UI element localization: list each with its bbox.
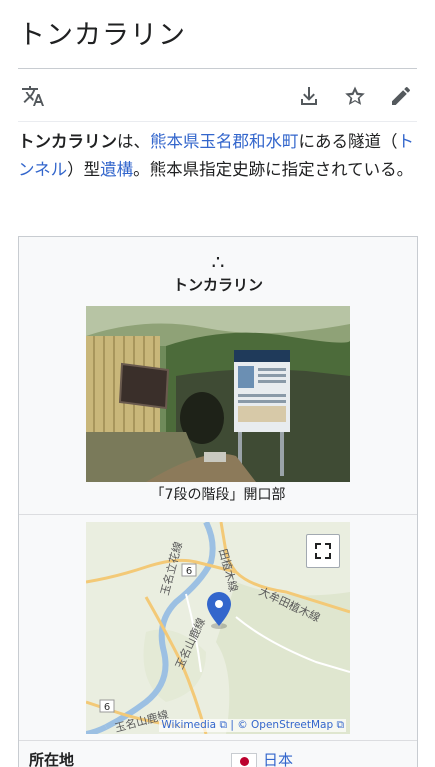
osm-link[interactable]: © OpenStreetMap xyxy=(237,719,333,731)
translate-icon xyxy=(22,86,44,106)
japan-flag-icon xyxy=(231,753,257,767)
download-icon xyxy=(301,87,317,105)
location-label: 所在地 xyxy=(29,751,75,767)
photo-caption: 「7段の階段」開口部 xyxy=(150,487,286,503)
map-expand-button[interactable] xyxy=(306,534,340,568)
location-value-link[interactable]: 日本 xyxy=(263,749,293,767)
link-tamana[interactable]: 玉名郡 xyxy=(200,132,250,151)
link-kumamoto[interactable]: 熊本県 xyxy=(150,132,200,151)
lead-term: トンカラリン xyxy=(18,132,117,151)
download-button[interactable] xyxy=(294,81,324,111)
language-button[interactable] xyxy=(18,81,48,111)
site-photo-image xyxy=(86,306,350,482)
location-map[interactable]: 田植木線 大牟田植木線 玉名立花線 玉名山鹿線 玉名山鹿線 6 6 Wikime… xyxy=(86,522,350,734)
infobox-title: トンカラリン xyxy=(172,276,263,294)
infobox: ∴ トンカラリン 「7段の階段」開口部 田植木線 大牟田植木線 玉名立花線 玉名… xyxy=(18,236,418,767)
watch-button[interactable] xyxy=(340,81,370,111)
lead-text: 。熊本県指定史跡に指定されている。 xyxy=(133,160,414,179)
infobox-divider xyxy=(19,740,417,741)
lead-text: は、 xyxy=(117,132,150,151)
edit-button[interactable] xyxy=(386,81,416,111)
lead-paragraph: トンカラリンは、熊本県玉名郡和水町にある隧道（トンネル）型遺構。熊本県指定史跡に… xyxy=(18,128,418,184)
infobox-divider xyxy=(19,514,417,515)
wikimedia-link[interactable]: Wikimedia xyxy=(161,719,216,731)
star-icon xyxy=(345,86,365,105)
toolbar-divider xyxy=(18,121,417,122)
credit-separator: | xyxy=(230,719,234,731)
pencil-icon xyxy=(392,87,410,105)
route-shield: 6 xyxy=(104,702,110,713)
title-divider xyxy=(18,68,417,69)
lead-text: ）型 xyxy=(67,160,101,179)
map-attribution[interactable]: Wikimedia ⧉ | © OpenStreetMap ⧉ xyxy=(159,719,346,732)
route-shield: 6 xyxy=(186,566,192,577)
link-nagomi[interactable]: 和水町 xyxy=(249,132,299,151)
page-title: トンカラリン xyxy=(18,20,186,51)
fullscreen-icon xyxy=(315,543,331,559)
site-photo[interactable] xyxy=(86,306,350,482)
historic-site-symbol: ∴ xyxy=(211,250,225,274)
link-iko[interactable]: 遺構 xyxy=(100,160,133,179)
lead-text: にある隧道（ xyxy=(298,132,398,151)
